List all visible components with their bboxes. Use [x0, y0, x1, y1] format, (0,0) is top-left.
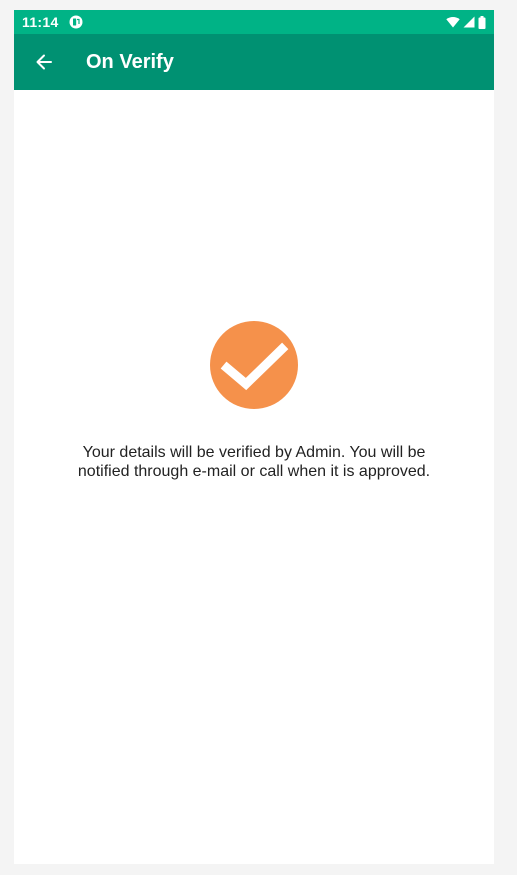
page-title: On Verify	[86, 51, 174, 73]
cell-signal-icon	[463, 16, 475, 28]
battery-icon	[478, 15, 486, 29]
back-button[interactable]	[26, 44, 62, 80]
back-arrow-icon	[36, 54, 52, 70]
wifi-icon	[446, 16, 460, 28]
app-toolbar: On Verify	[14, 34, 494, 90]
status-icons	[446, 15, 486, 29]
check-circle-icon	[210, 321, 298, 409]
app-screen: 11:14 On Verify Your details will be ver…	[14, 10, 494, 864]
status-bar: 11:14	[14, 10, 494, 34]
fuel-app-icon	[69, 15, 83, 29]
verification-message: Your details will be verified by Admin. …	[77, 444, 431, 480]
status-time: 11:14	[22, 14, 59, 30]
verification-content: Your details will be verified by Admin. …	[14, 90, 494, 864]
